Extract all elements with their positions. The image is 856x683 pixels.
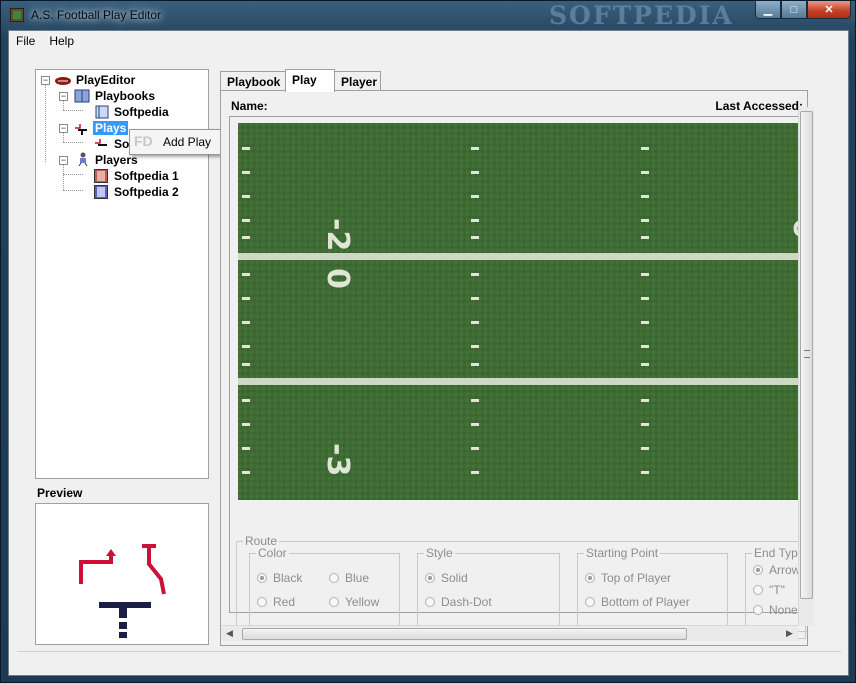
- player-icon: [76, 152, 92, 167]
- horizontal-scrollbar[interactable]: ◀ ▶: [221, 625, 798, 641]
- menu-help[interactable]: Help: [42, 31, 81, 51]
- starting-point-group: Starting Point: [577, 546, 728, 632]
- radio-color-blue[interactable]: Blue: [329, 571, 369, 585]
- tree-players[interactable]: Players: [95, 153, 138, 167]
- preview-label: Preview: [37, 486, 83, 500]
- tree-player-item-2[interactable]: Softpedia 2: [114, 185, 179, 199]
- preview-panel: [35, 503, 209, 645]
- yard-number: -2: [320, 218, 355, 251]
- book-icon: [94, 105, 110, 119]
- yard-number: -3: [320, 443, 355, 476]
- close-button[interactable]: ✕: [807, 1, 851, 19]
- radio-color-red[interactable]: Red: [257, 595, 295, 609]
- horizontal-scroll-thumb[interactable]: [242, 628, 687, 640]
- radio-color-yellow[interactable]: Yellow: [329, 595, 379, 609]
- add-play-icon: FD: [134, 133, 153, 149]
- preview-play-diagram: [79, 544, 166, 638]
- client-area: File Help − PlayEditor − Playbooks Softp…: [8, 30, 849, 676]
- tab-player[interactable]: Player: [334, 71, 381, 91]
- status-bar: [17, 651, 841, 666]
- radio-bottom-of-player[interactable]: Bottom of Player: [585, 595, 690, 609]
- title-bar[interactable]: A.S. Football Play Editor SOFTPEDIA ▁ □ …: [1, 1, 856, 31]
- tree-plays[interactable]: Plays: [93, 121, 129, 135]
- players-collapse-toggle[interactable]: −: [59, 156, 68, 165]
- menu-item-add-play[interactable]: Add Play: [163, 135, 211, 149]
- softpedia-watermark: SOFTPEDIA: [549, 1, 734, 30]
- radio-style-solid[interactable]: Solid: [425, 571, 468, 585]
- app-icon[interactable]: [10, 8, 24, 22]
- tree-root[interactable]: PlayEditor: [76, 73, 135, 87]
- playbooks-collapse-toggle[interactable]: −: [59, 92, 68, 101]
- window-title: A.S. Football Play Editor: [31, 8, 162, 22]
- tab-playbook[interactable]: Playbook: [220, 71, 286, 91]
- scroll-right-arrow[interactable]: ▶: [786, 628, 793, 639]
- book-icon: [74, 89, 90, 103]
- plays-collapse-toggle[interactable]: −: [59, 124, 68, 133]
- football-field[interactable]: -2 0 -3 0: [238, 123, 804, 500]
- football-icon: [54, 75, 71, 89]
- yard-number: 0: [320, 268, 355, 289]
- tree-playbook-item[interactable]: Softpedia: [114, 105, 169, 119]
- tree-player-item-1[interactable]: Softpedia 1: [114, 169, 179, 183]
- play-icon: [74, 120, 90, 135]
- player-blue-icon: [94, 185, 110, 199]
- minimize-button[interactable]: ▁: [755, 1, 781, 19]
- radio-end-t[interactable]: "T": [753, 583, 785, 597]
- color-group: Color: [249, 546, 400, 632]
- last-accessed-label: Last Accessed:: [715, 99, 803, 113]
- maximize-button[interactable]: □: [781, 1, 807, 19]
- menu-bar: File Help: [9, 31, 848, 51]
- vertical-scrollbar[interactable]: [798, 107, 814, 626]
- vertical-scroll-thumb[interactable]: [800, 111, 813, 599]
- play-icon: [94, 137, 110, 151]
- scroll-left-arrow[interactable]: ◀: [226, 628, 233, 639]
- tree-playbooks[interactable]: Playbooks: [95, 89, 155, 103]
- tab-play[interactable]: Play: [285, 69, 335, 92]
- root-collapse-toggle[interactable]: −: [41, 76, 50, 85]
- radio-style-dash-dot[interactable]: Dash-Dot: [425, 595, 492, 609]
- tree-play-item[interactable]: So: [114, 137, 129, 151]
- player-red-icon: [94, 169, 110, 183]
- field-graphic: -2 0 -3 0: [238, 123, 804, 500]
- style-group: Style: [417, 546, 560, 632]
- name-label: Name:: [231, 99, 268, 113]
- menu-file[interactable]: File: [9, 31, 42, 51]
- radio-color-black[interactable]: Black: [257, 571, 302, 585]
- radio-top-of-player[interactable]: Top of Player: [585, 571, 671, 585]
- main-window: A.S. Football Play Editor SOFTPEDIA ▁ □ …: [0, 0, 856, 683]
